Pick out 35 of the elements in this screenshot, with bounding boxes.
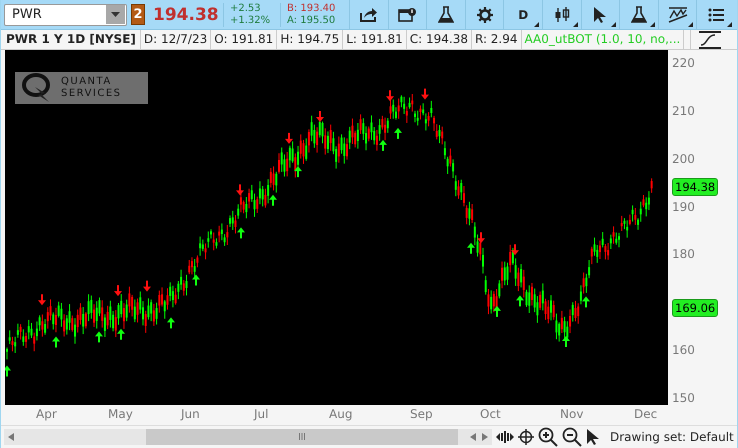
last-price: 194.38: [153, 4, 220, 24]
month-label: Sep: [410, 407, 433, 421]
month-label: Oct: [480, 407, 501, 421]
ask-price: A: 195.50: [287, 14, 336, 26]
month-label: May: [108, 407, 133, 421]
quote-value: R: 2.94: [472, 30, 522, 49]
month-label: Dec: [634, 407, 658, 421]
logo-text: SERVICES: [61, 88, 122, 100]
price-label: 200: [672, 152, 695, 166]
month-label: Jul: [254, 407, 268, 421]
month-label: Nov: [560, 407, 584, 421]
month-label: Apr: [36, 407, 57, 421]
bid-price: B: 193.40: [287, 2, 336, 14]
symbol-field[interactable]: PWR: [4, 4, 127, 26]
price-label: 180: [672, 247, 695, 262]
price-label: 150: [672, 391, 695, 406]
month-label: Jun: [181, 407, 200, 421]
price-label: 160: [672, 343, 695, 358]
net-change: +2.53: [230, 2, 262, 14]
price-label: 220: [672, 56, 695, 70]
percent-change: +1.32%: [230, 14, 272, 26]
price-label: 190: [672, 200, 695, 214]
link-badge[interactable]: 2: [131, 4, 145, 25]
quote-value: D: 12/7/23: [140, 30, 212, 49]
chart-title: PWR 1 Y 1D [NYSE]: [1, 30, 141, 49]
month-label: Aug: [329, 407, 352, 421]
quote-value: O: 191.81: [211, 30, 278, 49]
quote-value: C: 194.38: [406, 30, 472, 49]
price-label: 210: [672, 104, 695, 118]
price-tag: 194.38: [672, 178, 718, 196]
drawing-set-selector[interactable]: Drawing set: Default: [610, 430, 734, 444]
quote-value: H: 194.75: [277, 30, 344, 49]
quote-value: L: 191.81: [343, 30, 407, 49]
price-tag: 169.06: [672, 298, 718, 317]
logo-text: QUANTA: [61, 76, 113, 88]
